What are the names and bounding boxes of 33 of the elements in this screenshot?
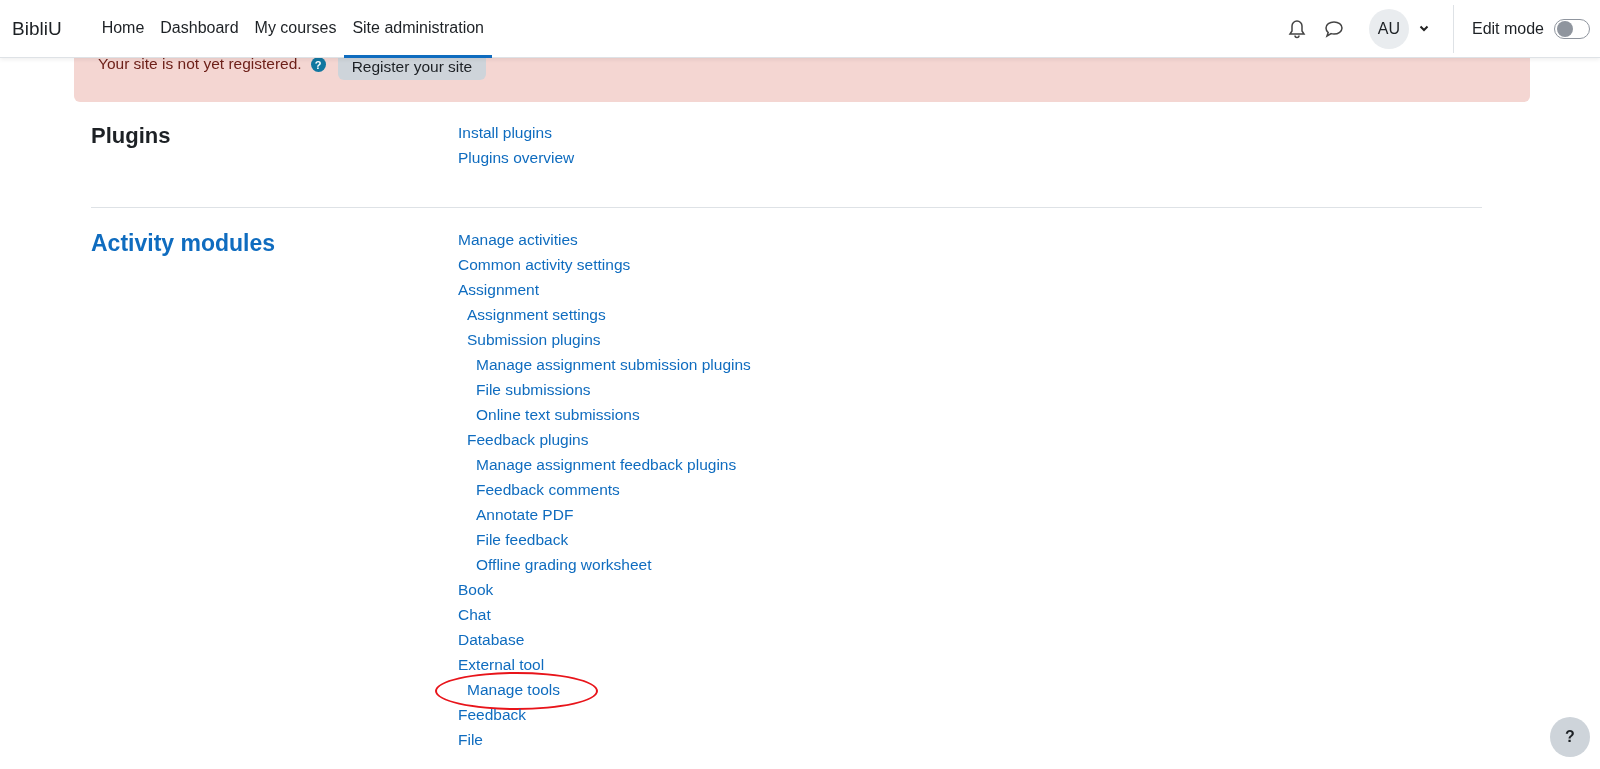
section-heading: Plugins <box>91 122 172 150</box>
admin-link[interactable]: Assignment <box>458 281 539 298</box>
chat-bubble-icon[interactable] <box>1323 19 1344 38</box>
section-heading[interactable]: Activity modules <box>91 227 458 259</box>
admin-link[interactable]: Feedback <box>458 706 527 723</box>
edit-mode-label: Edit mode <box>1471 19 1544 38</box>
admin-link[interactable]: External tool <box>458 656 545 673</box>
admin-link[interactable]: Book <box>458 581 494 598</box>
admin-link[interactable]: Submission plugins <box>467 331 601 348</box>
admin-link[interactable]: Feedback comments <box>476 481 620 498</box>
site-brand[interactable]: BibliU <box>12 17 62 40</box>
admin-link[interactable]: Chat <box>458 606 491 623</box>
admin-link[interactable]: Manage assignment submission plugins <box>476 356 751 373</box>
admin-link[interactable]: Annotate PDF <box>476 506 574 523</box>
admin-link[interactable]: Manage tools <box>467 681 561 698</box>
admin-link[interactable]: File <box>458 731 483 748</box>
user-avatar[interactable]: AU <box>1368 8 1409 49</box>
help-button[interactable]: ? <box>1550 717 1590 757</box>
admin-link[interactable]: Install plugins <box>458 124 552 141</box>
admin-link[interactable]: Offline grading worksheet <box>476 556 652 573</box>
caret-icon[interactable] <box>1418 25 1429 32</box>
admin-link[interactable]: Manage activities <box>458 231 578 248</box>
bell-icon[interactable] <box>1287 18 1306 39</box>
edit-mode-toggle[interactable] <box>1554 18 1590 39</box>
admin-link[interactable]: Manage assignment feedback plugins <box>476 456 737 473</box>
admin-link[interactable]: File submissions <box>476 381 591 398</box>
admin-link[interactable]: Common activity settings <box>458 256 631 273</box>
admin-link[interactable]: Plugins overview <box>458 149 575 166</box>
admin-link[interactable]: Assignment settings <box>467 306 606 323</box>
admin-link[interactable]: Database <box>458 631 525 648</box>
admin-link[interactable]: File feedback <box>476 531 569 548</box>
admin-link[interactable]: Online text submissions <box>476 406 640 423</box>
admin-link[interactable]: Feedback plugins <box>467 431 589 448</box>
